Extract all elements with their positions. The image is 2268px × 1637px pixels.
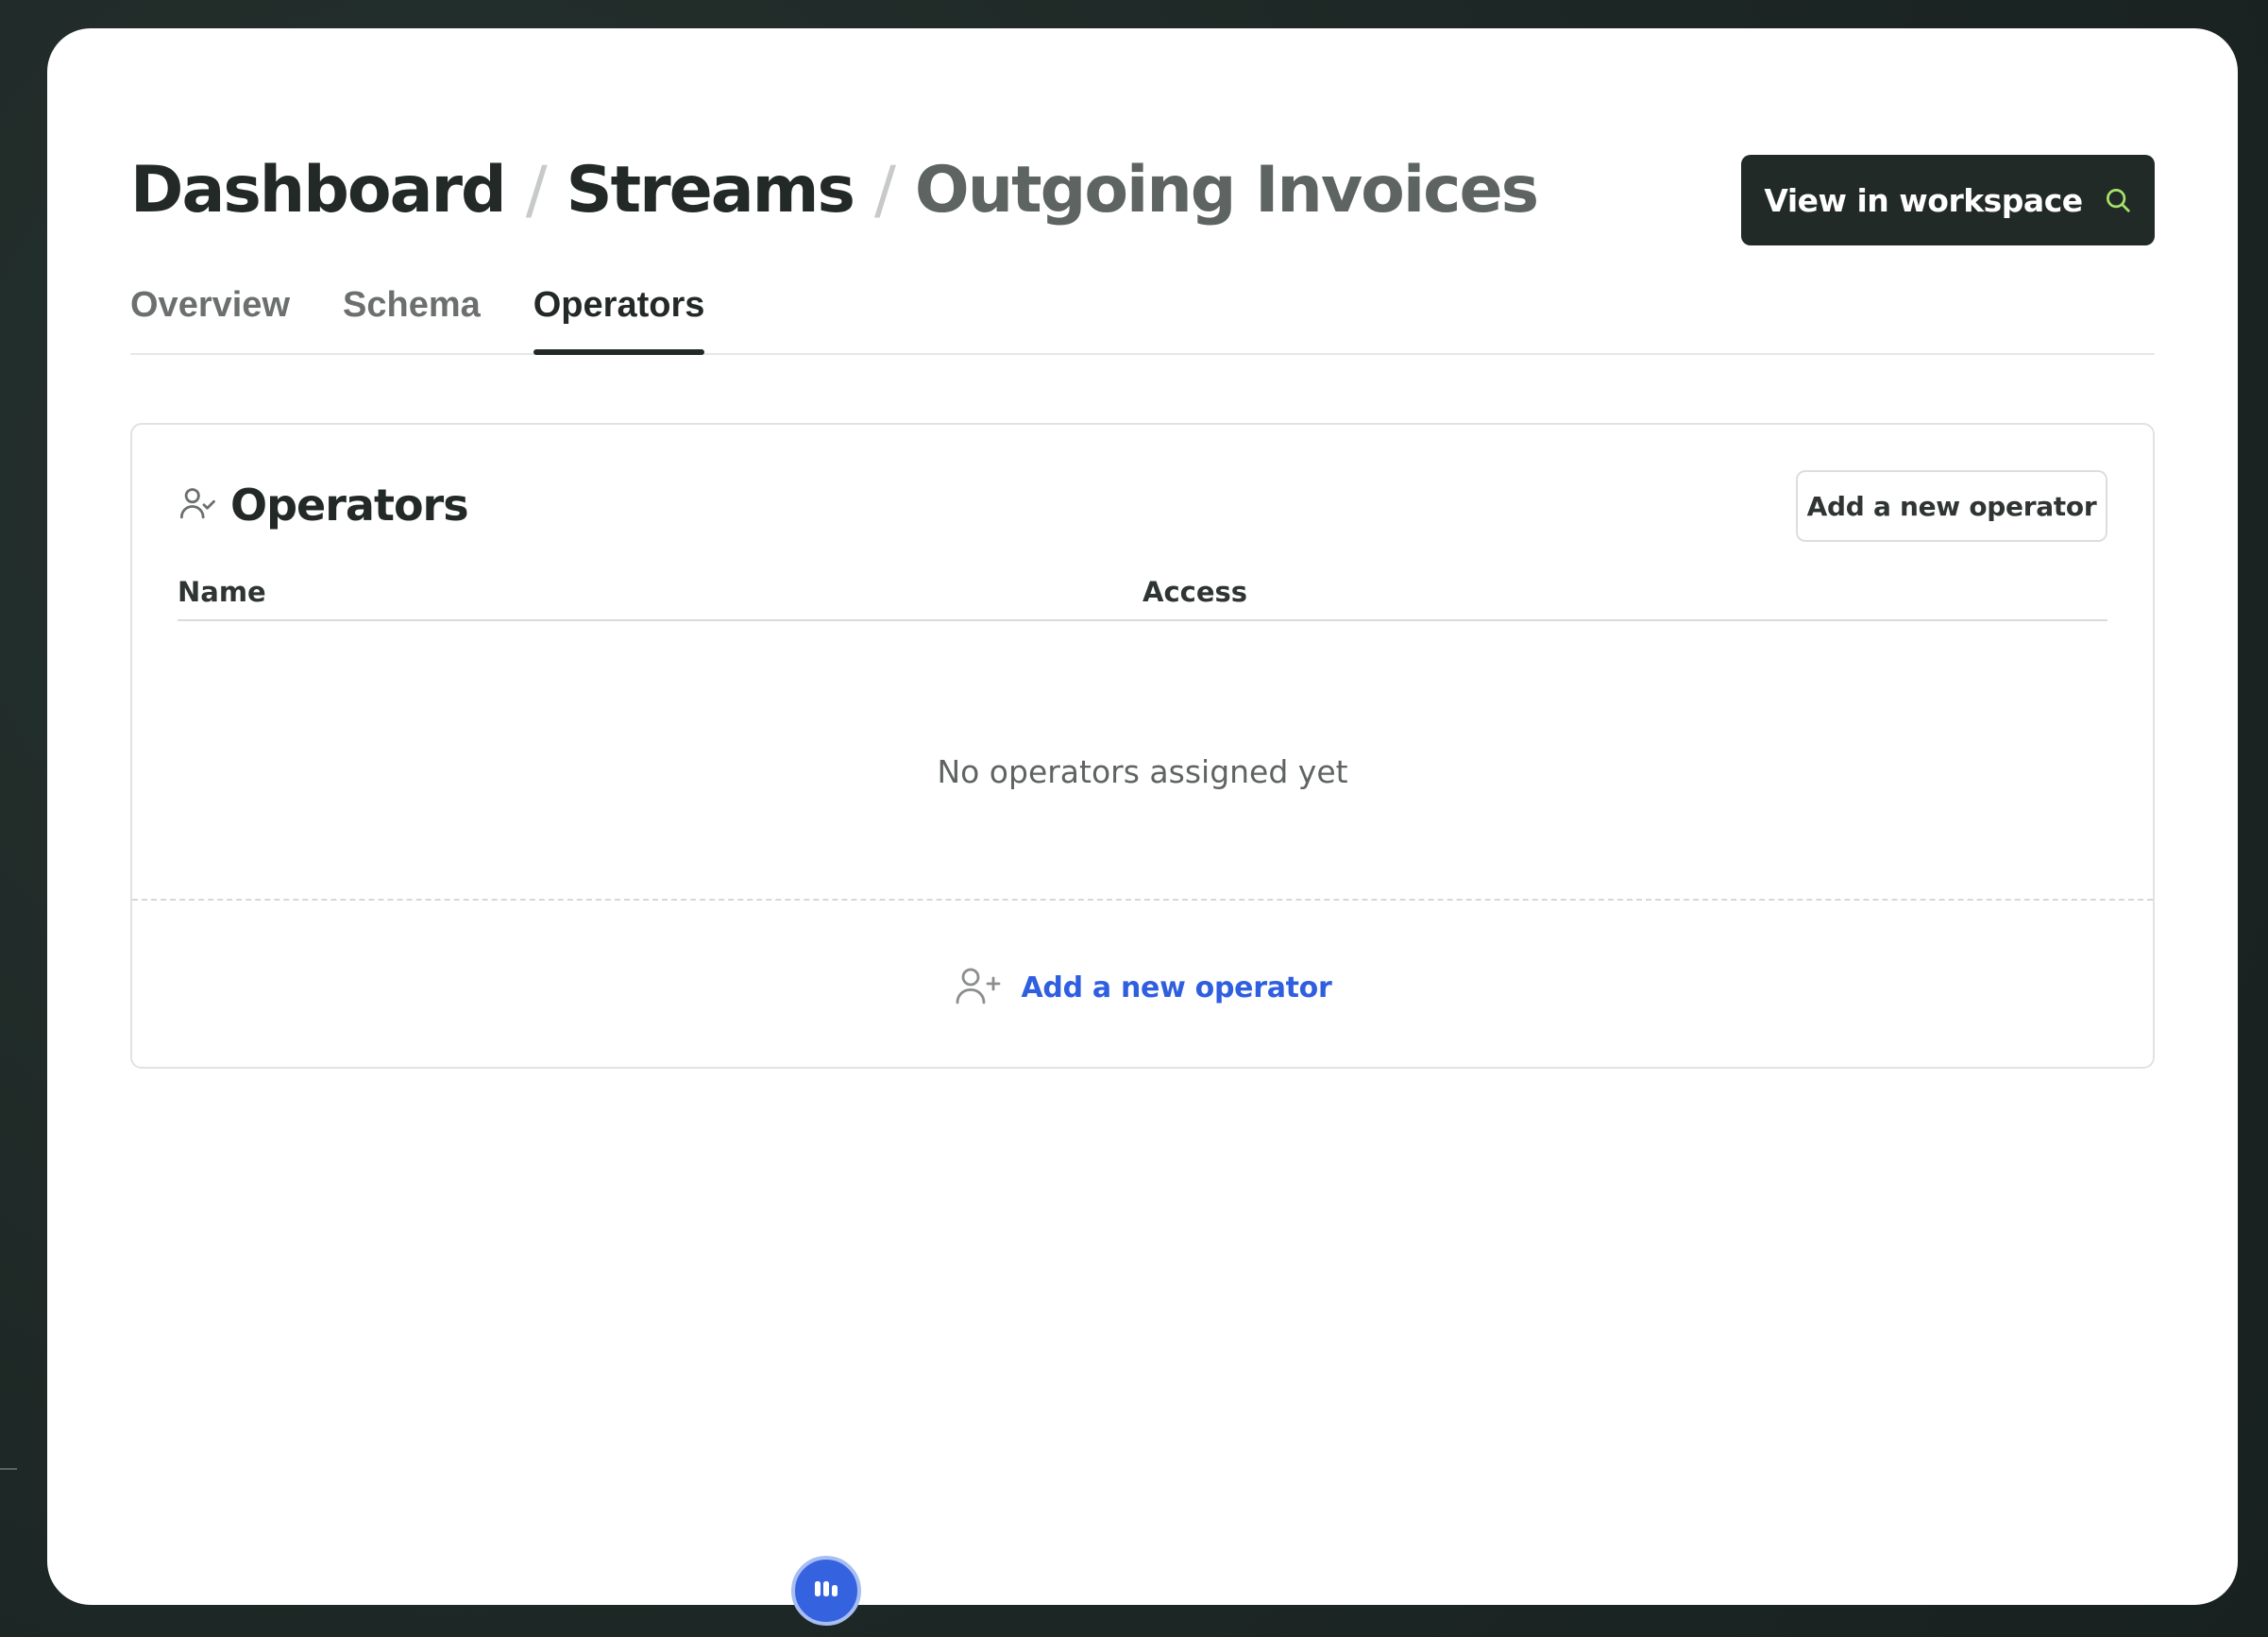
empty-state-message: No operators assigned yet xyxy=(937,753,1348,790)
operators-card: Operators Add a new operator Name Access… xyxy=(130,423,2155,1069)
dashed-divider xyxy=(132,899,2153,901)
page-header: Dashboard / Streams / Outgoing Invoices … xyxy=(130,127,2155,245)
view-in-workspace-button[interactable]: View in workspace xyxy=(1741,155,2155,245)
app-window: Dashboard / Streams / Outgoing Invoices … xyxy=(47,28,2238,1605)
breadcrumb-current-page: Outgoing Invoices xyxy=(914,153,1539,228)
column-header-access[interactable]: Access xyxy=(1142,576,1247,608)
equalizer-icon xyxy=(812,1578,840,1603)
user-check-icon xyxy=(178,483,217,527)
operators-card-header: Operators xyxy=(178,480,469,531)
floating-action-button[interactable] xyxy=(791,1556,861,1626)
tab-schema[interactable]: Schema xyxy=(343,281,481,353)
breadcrumb: Dashboard / Streams / Outgoing Invoices xyxy=(130,153,1539,228)
tab-overview[interactable]: Overview xyxy=(130,281,290,353)
tab-bar: Overview Schema Operators xyxy=(130,281,2155,355)
table-header: Name Access xyxy=(178,568,2107,621)
add-operator-link-label: Add a new operator xyxy=(1021,970,1332,1004)
operators-card-title: Operators xyxy=(230,480,469,531)
search-icon xyxy=(2104,186,2132,214)
column-header-name[interactable]: Name xyxy=(178,576,266,608)
edge-marker xyxy=(0,1468,17,1470)
add-operator-button[interactable]: Add a new operator xyxy=(1796,470,2107,542)
breadcrumb-streams[interactable]: Streams xyxy=(567,159,855,223)
view-in-workspace-label: View in workspace xyxy=(1764,181,2083,219)
tab-operators[interactable]: Operators xyxy=(533,281,704,355)
breadcrumb-separator: / xyxy=(874,153,896,228)
breadcrumb-separator: / xyxy=(525,153,548,228)
breadcrumb-dashboard[interactable]: Dashboard xyxy=(130,159,507,223)
user-plus-icon xyxy=(954,963,1003,1012)
add-operator-link[interactable]: Add a new operator xyxy=(132,963,2153,1012)
